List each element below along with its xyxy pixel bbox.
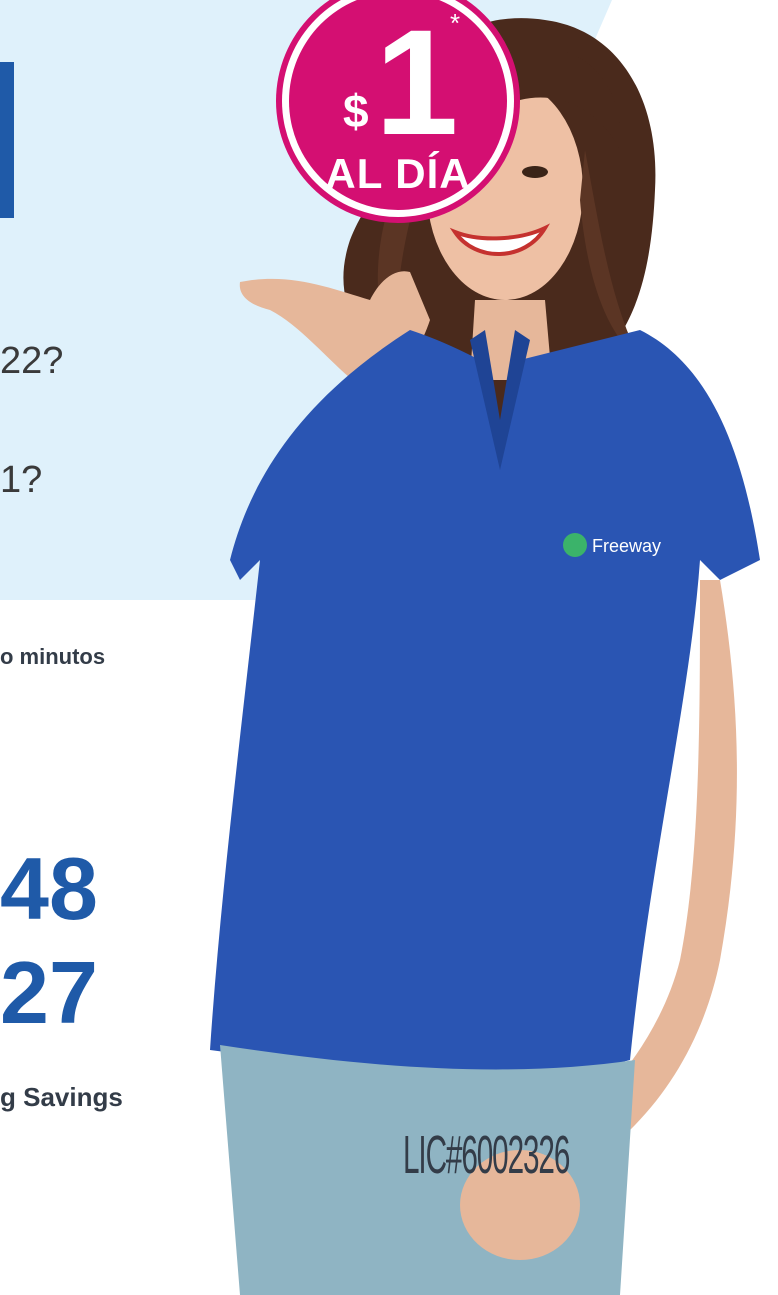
phone-number-line-1: 48 [0,839,98,938]
badge-amount: 1 [375,0,459,166]
phone-number-line-2: 27 [0,943,98,1042]
license-number: LIC#6002326 [403,1125,570,1185]
ad-canvas: Freeway $ 1 * AL DÍA 22? 1? o minutos 48… [0,0,778,1295]
question-text-1: 22? [0,340,64,382]
price-badge: $ 1 * AL DÍA [289,0,507,210]
question-text-2: 1? [0,459,43,501]
badge-asterisk: * [450,8,461,38]
savings-text: g Savings [0,1082,123,1112]
minutes-text: o minutos [0,644,106,669]
shirt-logo-text: Freeway [592,536,661,556]
badge-currency: $ [343,85,369,137]
badge-period: AL DÍA [325,150,471,197]
